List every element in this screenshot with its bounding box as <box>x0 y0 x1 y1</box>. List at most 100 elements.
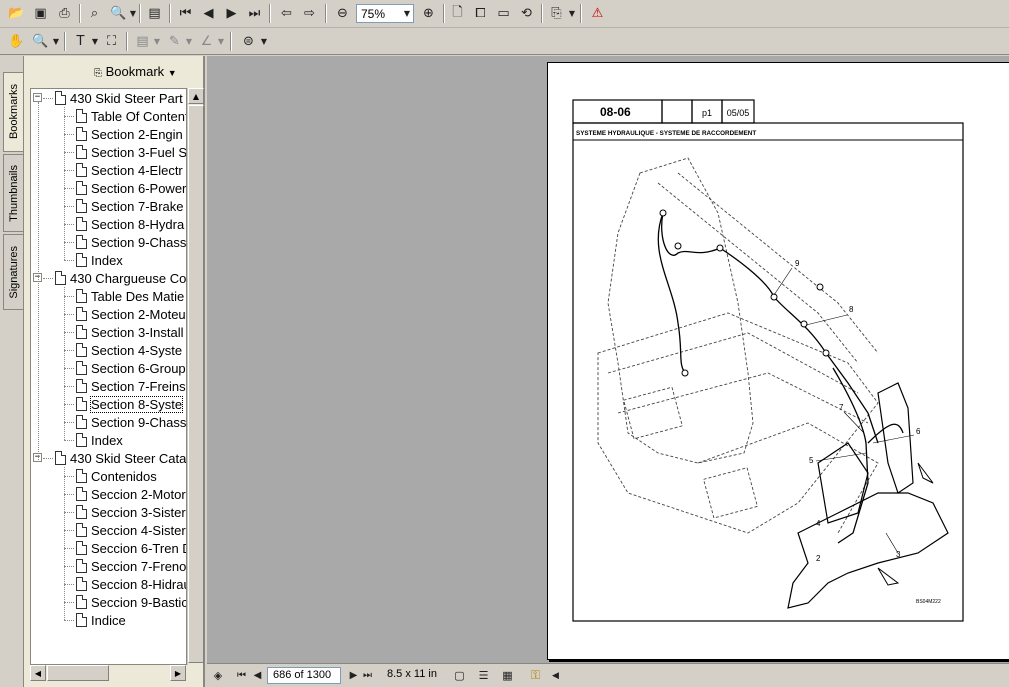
rotate-icon[interactable]: ⎘ <box>546 3 567 24</box>
zoom-tool-dropdown-icon[interactable]: ▼ <box>52 31 60 52</box>
document-viewport[interactable]: 08-06 p1 05/05 SYSTEME HYDRAULIQUE - SYS… <box>207 56 1009 663</box>
bookmarks-horizontal-scrollbar[interactable]: ◀ ▶ <box>30 665 203 681</box>
note-dropdown-icon[interactable]: ▼ <box>153 31 161 52</box>
page-number-field[interactable]: 686 of 1300 <box>267 667 341 684</box>
bookmark-item[interactable]: Section 4-Electr <box>76 161 183 179</box>
text-select-icon[interactable]: T <box>70 31 91 52</box>
fit-page-icon[interactable]: ⧠ <box>470 3 491 24</box>
bookmark-options-button[interactable]: ⎘ Bookmark ▼ <box>94 64 177 79</box>
actual-size-icon[interactable]: 🗋 <box>447 3 468 24</box>
stamp-icon[interactable]: ⊜ <box>238 31 259 52</box>
bookmark-item[interactable]: Section 8-Hydra <box>76 215 184 233</box>
bookmarks-vertical-scrollbar[interactable]: ▲ <box>187 88 204 665</box>
bookmark-item[interactable]: Index <box>76 251 123 269</box>
tab-thumbnails[interactable]: Thumbnails <box>3 154 23 232</box>
previous-page-icon[interactable]: ◀ <box>247 665 268 686</box>
bookmark-item[interactable]: Seccion 6-Tren D <box>76 539 187 557</box>
rotate-dropdown-icon[interactable]: ▼ <box>568 3 576 24</box>
drawing-dropdown-icon[interactable]: ▼ <box>217 31 225 52</box>
last-page-icon[interactable]: ⏭ <box>357 665 378 686</box>
bookmark-item[interactable]: Section 7-Freins <box>76 377 186 395</box>
bookmark-item[interactable]: Seccion 3-Sister <box>76 503 186 521</box>
bookmark-item[interactable]: Section 9-Chass <box>76 233 186 251</box>
bookmark-item[interactable]: Section 2-Moteu <box>76 305 186 323</box>
scroll-left-icon[interactable]: ◀ <box>545 665 566 686</box>
scroll-thumb[interactable] <box>188 105 204 663</box>
bookmark-group-label: 430 Chargueuse Co <box>70 270 187 286</box>
header-date-text: 05/05 <box>727 108 750 118</box>
bookmark-item[interactable]: Index <box>76 431 123 449</box>
bookmark-item[interactable]: Section 8-Syste <box>76 395 184 413</box>
zoom-in-icon[interactable]: ⊕ <box>418 3 439 24</box>
facing-pages-icon[interactable]: ▦ <box>497 665 518 686</box>
bookmark-item[interactable]: Section 4-Syste <box>76 341 182 359</box>
find-icon[interactable]: ⌕ <box>84 3 105 24</box>
zoom-out-icon[interactable]: ⊖ <box>332 3 353 24</box>
snapshot-icon[interactable]: ⛶ <box>101 31 122 52</box>
bookmark-item-label: Section 7-Brake <box>91 198 184 214</box>
hand-tool-icon[interactable]: ✋ <box>6 31 27 52</box>
bookmark-item[interactable]: Seccion 8-Hidrau <box>76 575 186 593</box>
bookmark-item[interactable]: Contenidos <box>76 467 157 485</box>
save-icon[interactable]: ▣ <box>30 3 51 24</box>
navigation-pane-icon[interactable]: ▤ <box>144 3 165 24</box>
scroll-thumb-horizontal[interactable] <box>47 665 109 681</box>
bookmark-item[interactable]: Table Of Content <box>76 107 186 125</box>
first-page-icon[interactable]: ⏮ <box>175 3 196 24</box>
bookmark-item[interactable]: Seccion 7-Freno <box>76 557 186 575</box>
create-pdf-icon[interactable]: ⚠ <box>587 3 608 24</box>
tree-connector <box>64 287 65 440</box>
bookmark-item[interactable]: Indice <box>76 611 126 629</box>
forward-icon[interactable]: ⇨ <box>299 3 320 24</box>
fit-width-icon[interactable]: ▭ <box>493 3 514 24</box>
bookmark-item-label: Seccion 6-Tren D <box>91 540 187 556</box>
scroll-up-icon[interactable]: ▲ <box>188 88 204 104</box>
bookmark-item[interactable]: Section 3-Fuel S <box>76 143 186 161</box>
open-icon[interactable]: 📂 <box>6 3 27 24</box>
toolbar-separator <box>139 4 141 23</box>
bookmark-group[interactable]: 430 Skid Steer Cata <box>55 449 186 467</box>
tree-connector <box>64 368 74 369</box>
collapse-icon[interactable]: − <box>33 93 42 102</box>
bookmark-item[interactable]: Section 2-Engin <box>76 125 183 143</box>
stamp-dropdown-icon[interactable]: ▼ <box>260 31 268 52</box>
document-icon <box>76 199 87 213</box>
bookmark-item[interactable]: Section 9-Chass <box>76 413 186 431</box>
tree-connector <box>64 206 74 207</box>
bookmark-item[interactable]: Table Des Matie <box>76 287 184 305</box>
tab-bookmarks[interactable]: Bookmarks <box>3 72 23 152</box>
zoom-dropdown-icon[interactable]: ▼ <box>403 3 411 24</box>
split-toggle-icon[interactable]: ◈ <box>209 665 227 686</box>
pencil-dropdown-icon[interactable]: ▼ <box>185 31 193 52</box>
zoom-tool-icon[interactable]: 🔍 <box>30 31 51 52</box>
search-dropdown-icon[interactable]: ▼ <box>129 3 137 24</box>
bookmark-item[interactable]: Section 3-Install <box>76 323 184 341</box>
tab-signatures[interactable]: Signatures <box>3 234 23 310</box>
single-page-icon[interactable]: ▢ <box>449 665 470 686</box>
bookmark-item[interactable]: Seccion 4-Sister <box>76 521 186 539</box>
drawing-icon[interactable]: ∠ <box>196 31 217 52</box>
next-page-icon[interactable]: ▶ <box>221 3 242 24</box>
continuous-icon[interactable]: ☰ <box>473 665 494 686</box>
bookmark-item[interactable]: Seccion 2-Motor <box>76 485 186 503</box>
search-icon[interactable]: 🔍 <box>108 3 129 24</box>
pencil-icon[interactable]: ✎ <box>164 31 185 52</box>
previous-page-icon[interactable]: ◀ <box>198 3 219 24</box>
bookmark-item[interactable]: Section 6-Group <box>76 359 186 377</box>
scroll-left-icon[interactable]: ◀ <box>30 665 46 681</box>
note-icon[interactable]: ▤ <box>132 31 153 52</box>
security-key-icon[interactable]: ⚿ <box>525 665 546 686</box>
last-page-icon[interactable]: ⏭ <box>244 3 265 24</box>
text-select-dropdown-icon[interactable]: ▼ <box>91 31 99 52</box>
document-icon <box>76 613 87 627</box>
bookmark-item[interactable]: Seccion 9-Bastic <box>76 593 186 611</box>
document-icon <box>76 127 87 141</box>
bookmark-item[interactable]: Section 6-Power <box>76 179 186 197</box>
reflow-icon[interactable]: ⟲ <box>516 3 537 24</box>
back-icon[interactable]: ⇦ <box>276 3 297 24</box>
bookmark-group[interactable]: 430 Chargueuse Co <box>55 269 186 287</box>
bookmark-item[interactable]: Section 7-Brake <box>76 197 184 215</box>
print-icon[interactable]: ⎙ <box>54 3 75 24</box>
scroll-right-icon[interactable]: ▶ <box>170 665 186 681</box>
bookmark-group[interactable]: 430 Skid Steer Part <box>55 89 183 107</box>
